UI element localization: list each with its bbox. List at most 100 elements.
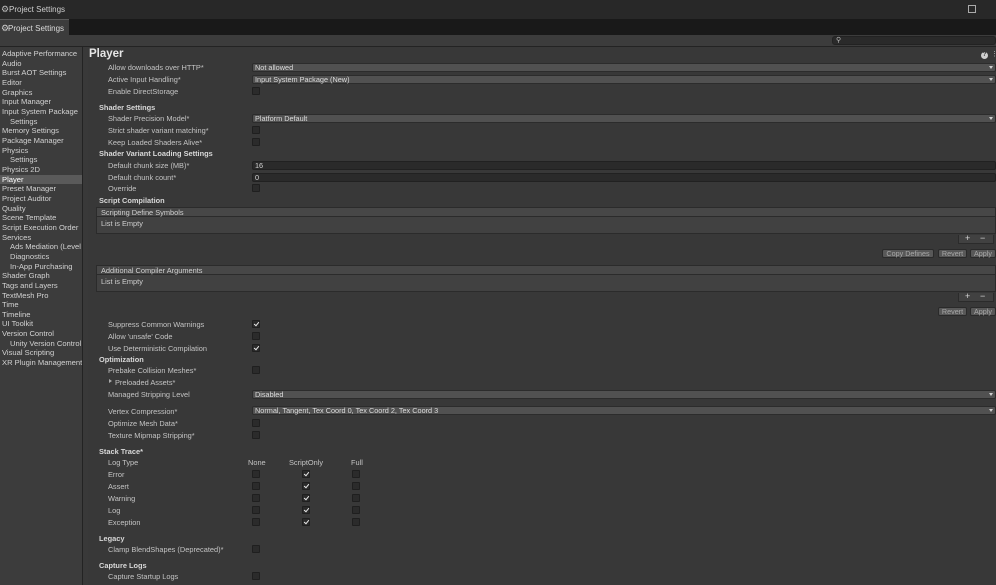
sidebar-item[interactable]: Input Manager — [0, 97, 82, 107]
stack-trace-checkbox[interactable] — [352, 482, 360, 490]
sidebar-item[interactable]: Timeline — [0, 310, 82, 320]
stack-trace-checkbox[interactable] — [302, 470, 310, 478]
sidebar-item-label: In-App Purchasing — [10, 261, 73, 271]
sidebar-item-label: Input Manager — [2, 97, 51, 107]
shader-precision-label: Shader Precision Model* — [108, 114, 190, 123]
splitter[interactable] — [83, 47, 88, 585]
sidebar-item[interactable]: Settings — [0, 117, 82, 127]
stack-trace-checkbox[interactable] — [252, 494, 260, 502]
sidebar-item[interactable]: Physics — [0, 146, 82, 156]
menu-icon[interactable]: ⋮ — [991, 50, 996, 58]
sidebar-item[interactable]: Audio — [0, 59, 82, 69]
sidebar-item-label: Settings — [10, 116, 38, 126]
revert-args-button[interactable]: Revert — [938, 307, 967, 316]
vertex-compression-dropdown[interactable]: Normal, Tangent, Tex Coord 0, Tex Coord … — [252, 406, 996, 415]
override-checkbox[interactable] — [252, 184, 260, 192]
revert-defines-button[interactable]: Revert — [938, 249, 967, 258]
mipmap-stripping-checkbox[interactable] — [252, 431, 260, 439]
stack-trace-checkbox[interactable] — [302, 506, 310, 514]
deterministic-checkbox[interactable] — [252, 344, 260, 352]
sidebar-item[interactable]: Tags and Layers — [0, 281, 82, 291]
search-input[interactable]: ⚲ — [832, 36, 996, 45]
remove-button[interactable]: − — [980, 234, 985, 243]
strict-variant-checkbox[interactable] — [252, 126, 260, 134]
stack-trace-checkbox[interactable] — [302, 482, 310, 490]
capture-startup-checkbox[interactable] — [252, 572, 260, 580]
add-button[interactable]: + — [965, 292, 970, 301]
sidebar-item[interactable]: Project Auditor — [0, 194, 82, 204]
sidebar-item-label: Timeline — [2, 309, 31, 319]
stack-trace-checkbox[interactable] — [252, 518, 260, 526]
directstorage-checkbox[interactable] — [252, 87, 260, 95]
suppress-warnings-checkbox[interactable] — [252, 320, 260, 328]
clamp-blendshapes-checkbox[interactable] — [252, 545, 260, 553]
stack-trace-checkbox[interactable] — [352, 506, 360, 514]
stack-trace-checkbox[interactable] — [302, 494, 310, 502]
sidebar-item[interactable]: Adaptive Performance — [0, 49, 82, 59]
stack-trace-checkbox[interactable] — [352, 470, 360, 478]
sidebar-item[interactable]: Settings — [0, 155, 82, 165]
sidebar-item[interactable]: Ads Mediation (Level — [0, 242, 82, 252]
sidebar-item[interactable]: XR Plugin Management — [0, 358, 82, 368]
add-button[interactable]: + — [965, 234, 970, 243]
sidebar-item[interactable]: Unity Version Control — [0, 339, 82, 349]
maximize-button[interactable] — [968, 5, 976, 13]
sidebar-item[interactable]: UI Toolkit — [0, 319, 82, 329]
log-type-row-label: Warning — [108, 494, 136, 503]
stack-trace-checkbox[interactable] — [352, 494, 360, 502]
stripping-dropdown[interactable]: Disabled — [252, 390, 996, 399]
sidebar-item[interactable]: Quality — [0, 204, 82, 214]
stack-trace-checkbox[interactable] — [252, 506, 260, 514]
clamp-blendshapes-label: Clamp BlendShapes (Deprecated)* — [108, 545, 224, 554]
chunk-count-field[interactable]: 0 — [252, 173, 996, 182]
optimize-mesh-label: Optimize Mesh Data* — [108, 419, 178, 428]
sidebar-item[interactable]: Physics 2D — [0, 165, 82, 175]
chevron-right-icon[interactable] — [109, 379, 112, 383]
help-icon[interactable]: ? — [981, 52, 988, 59]
remove-button[interactable]: − — [980, 292, 985, 301]
apply-args-button[interactable]: Apply — [970, 307, 996, 316]
stack-trace-checkbox[interactable] — [252, 470, 260, 478]
keep-loaded-checkbox[interactable] — [252, 138, 260, 146]
stack-trace-checkbox[interactable] — [302, 518, 310, 526]
copy-defines-button[interactable]: Copy Defines — [882, 249, 934, 258]
active-input-dropdown[interactable]: Input System Package (New) — [252, 75, 996, 84]
allow-http-dropdown[interactable]: Not allowed — [252, 63, 996, 72]
optimize-mesh-checkbox[interactable] — [252, 419, 260, 427]
sidebar-item[interactable]: Time — [0, 300, 82, 310]
override-label: Override — [108, 184, 137, 193]
sidebar-item[interactable]: Preset Manager — [0, 184, 82, 194]
apply-defines-button[interactable]: Apply — [970, 249, 996, 258]
sidebar-item[interactable]: Version Control — [0, 329, 82, 339]
compiler-args-empty: List is Empty — [101, 277, 143, 286]
chunk-size-field[interactable]: 16 — [252, 161, 996, 170]
stack-trace-checkbox[interactable] — [252, 482, 260, 490]
define-symbols-list[interactable]: List is Empty — [96, 217, 996, 234]
stack-trace-checkbox[interactable] — [352, 518, 360, 526]
prebake-checkbox[interactable] — [252, 366, 260, 374]
tab-project-settings[interactable]: ⚙ Project Settings — [0, 19, 69, 35]
sidebar-item[interactable]: Shader Graph — [0, 271, 82, 281]
sidebar-item[interactable]: Script Execution Order — [0, 223, 82, 233]
sidebar-item[interactable]: Scene Template — [0, 213, 82, 223]
sidebar-item[interactable]: Burst AOT Settings — [0, 68, 82, 78]
compiler-args-list[interactable]: List is Empty — [96, 275, 996, 292]
sidebar-item[interactable]: Memory Settings — [0, 126, 82, 136]
sidebar-item[interactable]: Package Manager — [0, 136, 82, 146]
sidebar-item[interactable]: TextMesh Pro — [0, 291, 82, 301]
define-symbols-header: Scripting Define Symbols — [96, 207, 996, 217]
sidebar-item[interactable]: Diagnostics — [0, 252, 82, 262]
capture-logs-header: Capture Logs — [99, 561, 147, 570]
preloaded-assets-foldout[interactable]: Preloaded Assets* — [115, 378, 175, 387]
sidebar-item-label: XR Plugin Management — [2, 358, 82, 368]
sidebar-item[interactable]: Player — [0, 174, 82, 185]
sidebar-item[interactable]: Services — [0, 233, 82, 243]
sidebar-item[interactable]: Editor — [0, 78, 82, 88]
sidebar-item[interactable]: Input System Package — [0, 107, 82, 117]
sidebar-item[interactable]: Visual Scripting — [0, 348, 82, 358]
define-symbols-plusminus: + − — [958, 234, 994, 244]
sidebar-item[interactable]: In-App Purchasing — [0, 262, 82, 272]
allow-unsafe-checkbox[interactable] — [252, 332, 260, 340]
shader-precision-dropdown[interactable]: Platform Default — [252, 114, 996, 123]
sidebar-item[interactable]: Graphics — [0, 88, 82, 98]
